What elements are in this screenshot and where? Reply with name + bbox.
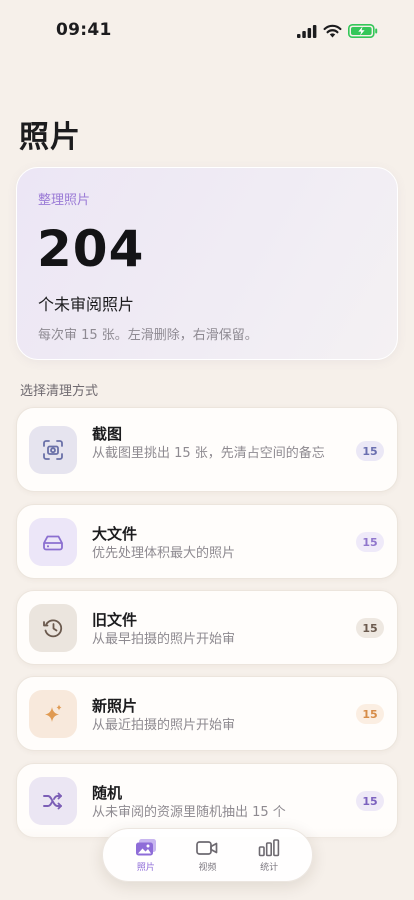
unreviewed-count: 204 <box>37 220 145 278</box>
page-title: 照片 <box>19 120 81 155</box>
option-title: 新照片 <box>92 697 138 715</box>
shuffle-icon <box>29 777 77 825</box>
option-description: 优先处理体积最大的照片 <box>92 546 236 561</box>
option-count-badge: 15 <box>356 618 384 638</box>
photos-icon <box>135 838 156 855</box>
option-title: 随机 <box>92 784 123 802</box>
status-time: 09:41 <box>56 20 112 40</box>
cellular-signal-icon <box>297 24 317 38</box>
option-random[interactable]: 随机 从未审阅的资源里随机抽出 15 个 15 <box>16 763 398 838</box>
sparkles-icon <box>29 690 77 738</box>
tab-label: 照片 <box>136 862 155 873</box>
status-bar: 09:41 <box>0 0 414 60</box>
option-description: 从最近拍摄的照片开始审 <box>92 718 236 733</box>
summary-kicker: 整理照片 <box>38 193 91 208</box>
summary-card[interactable]: 整理照片 204 个未审阅照片 每次审 15 张。左滑删除，右滑保留。 <box>16 167 398 360</box>
option-old-files[interactable]: 旧文件 从最早拍摄的照片开始审 15 <box>16 590 398 665</box>
tab-photos[interactable]: 照片 <box>120 838 172 873</box>
option-description: 从未审阅的资源里随机抽出 15 个 <box>92 805 286 820</box>
screen: 09:41 照片 整理照片 204 个未审阅照片 每次审 15 张。左滑删除，右… <box>0 0 414 900</box>
option-description: 从截图里挑出 15 张，先清占空间的备忘 <box>92 446 325 461</box>
option-description: 从最早拍摄的照片开始审 <box>92 632 236 647</box>
status-icons <box>297 24 378 38</box>
option-count-badge: 15 <box>356 791 384 811</box>
tab-videos[interactable]: 视频 <box>181 838 233 873</box>
screenshot-icon <box>29 426 77 474</box>
option-title: 旧文件 <box>92 611 138 629</box>
option-title: 截图 <box>92 425 123 443</box>
option-new-photos[interactable]: 新照片 从最近拍摄的照片开始审 15 <box>16 676 398 751</box>
option-title: 大文件 <box>92 525 138 543</box>
option-count-badge: 15 <box>356 704 384 724</box>
tab-label: 统计 <box>260 862 279 873</box>
battery-charging-icon <box>348 24 378 38</box>
summary-hint: 每次审 15 张。左滑删除，右滑保留。 <box>38 328 258 343</box>
option-count-badge: 15 <box>356 441 384 461</box>
wifi-icon <box>323 24 342 38</box>
stats-icon <box>258 838 280 856</box>
tab-bar: 照片 视频 统计 <box>102 828 313 882</box>
option-count-badge: 15 <box>356 532 384 552</box>
option-large-files[interactable]: 大文件 优先处理体积最大的照片 15 <box>16 504 398 579</box>
tab-label: 视频 <box>198 862 217 873</box>
summary-subtitle: 个未审阅照片 <box>38 295 135 314</box>
tab-stats[interactable]: 统计 <box>243 838 295 873</box>
option-screenshots[interactable]: 截图 从截图里挑出 15 张，先清占空间的备忘 15 <box>16 407 398 492</box>
history-clock-icon <box>29 604 77 652</box>
video-icon <box>196 840 218 855</box>
section-label: 选择清理方式 <box>20 384 99 399</box>
storage-drive-icon <box>29 518 77 566</box>
